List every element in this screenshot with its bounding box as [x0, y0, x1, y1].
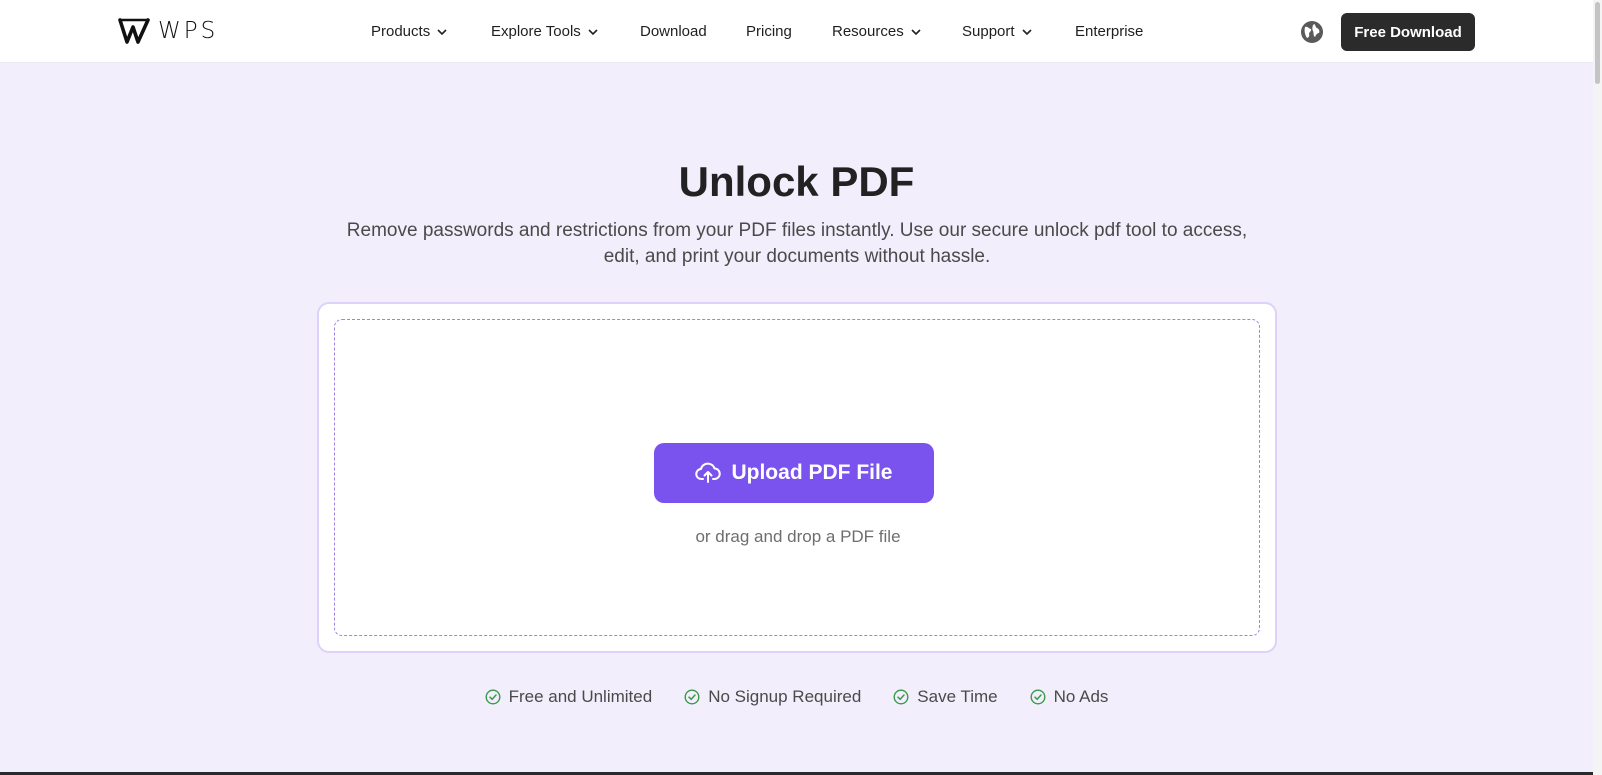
drag-drop-hint: or drag and drop a PDF file — [695, 527, 901, 546]
free-download-button[interactable]: Free Download — [1341, 13, 1475, 51]
nav-item-pricing[interactable]: Pricing — [746, 0, 792, 63]
nav-item-resources[interactable]: Resources — [832, 0, 922, 63]
feature-list: Free and Unlimited No Signup Required Sa… — [0, 687, 1593, 707]
nav-item-label: Resources — [832, 23, 904, 40]
wps-logo-mark-icon — [118, 18, 150, 44]
page-subtitle: Remove passwords and restrictions from y… — [346, 220, 1248, 267]
wps-logo[interactable]: WPS — [118, 16, 218, 46]
chevron-down-icon — [1021, 28, 1032, 35]
nav-item-label: Explore Tools — [491, 23, 581, 40]
nav-item-label: Products — [371, 23, 431, 40]
feature-item: No Ads — [1030, 687, 1109, 707]
check-circle-icon — [485, 689, 501, 705]
chevron-down-icon — [588, 28, 598, 35]
check-circle-icon — [684, 689, 700, 705]
upload-button-label: Upload PDF File — [731, 461, 893, 484]
top-navigation-bar: WPS Products Explore Tools Download Pric… — [0, 0, 1602, 63]
scrollbar-track[interactable] — [1593, 0, 1602, 775]
nav-item-explore-tools[interactable]: Explore Tools — [491, 0, 599, 63]
nav-item-label: Support — [962, 23, 1015, 40]
feature-label: Save Time — [917, 687, 998, 706]
upload-card: Upload PDF File or drag and drop a PDF f… — [317, 302, 1277, 653]
feature-item: Free and Unlimited — [485, 687, 653, 707]
chevron-down-icon — [437, 28, 447, 35]
feature-item: No Signup Required — [684, 687, 861, 707]
nav-item-enterprise[interactable]: Enterprise — [1075, 0, 1143, 63]
pdf-dropzone[interactable]: Upload PDF File or drag and drop a PDF f… — [334, 319, 1260, 636]
cloud-upload-icon — [695, 462, 722, 483]
upload-pdf-button[interactable]: Upload PDF File — [654, 443, 934, 503]
nav-item-products[interactable]: Products — [371, 0, 448, 63]
nav-item-label: Enterprise — [1075, 23, 1144, 40]
logo-text: WPS — [158, 18, 219, 44]
check-circle-icon — [893, 689, 909, 705]
page-title: Unlock PDF — [678, 158, 915, 205]
feature-label: No Signup Required — [708, 687, 862, 706]
chevron-down-icon — [911, 28, 921, 35]
nav-item-support[interactable]: Support — [962, 0, 1033, 63]
feature-label: No Ads — [1053, 687, 1109, 706]
nav-item-label: Download — [640, 23, 707, 40]
check-circle-icon — [1030, 689, 1046, 705]
nav-item-download[interactable]: Download — [640, 0, 707, 63]
globe-icon[interactable] — [1300, 20, 1324, 44]
scrollbar-thumb[interactable] — [1595, 2, 1600, 84]
feature-label: Free and Unlimited — [508, 687, 653, 706]
nav-item-label: Pricing — [746, 23, 792, 40]
feature-item: Save Time — [893, 687, 998, 707]
